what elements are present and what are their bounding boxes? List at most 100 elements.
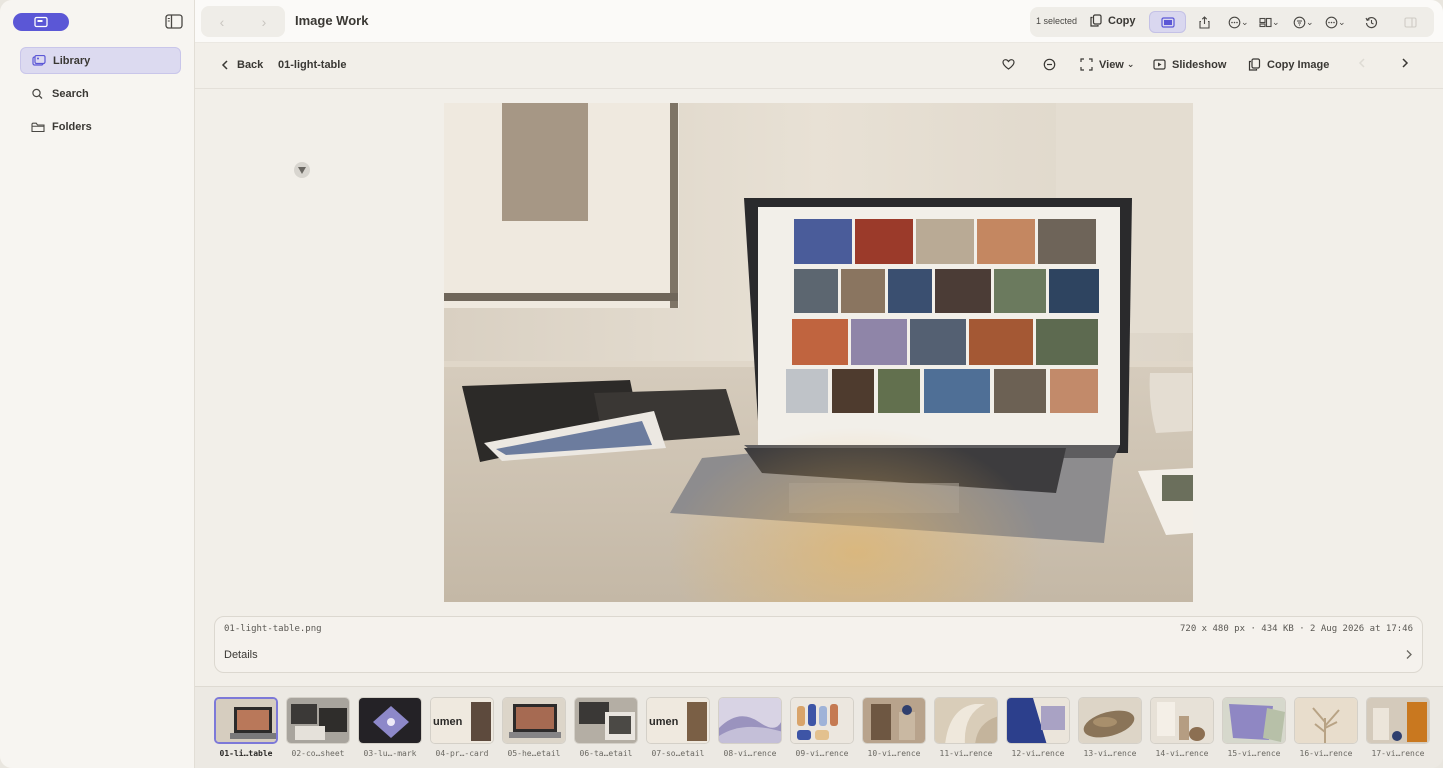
thumbnail-label: 07-so…etail — [651, 749, 705, 758]
thumbnail-label: 09-vi…rence — [795, 749, 849, 758]
sidebar-item-label: Search — [52, 87, 89, 100]
thumbnail-image — [575, 698, 637, 743]
sidebar-item-label: Folders — [52, 120, 92, 133]
favorite-button[interactable] — [1002, 58, 1021, 71]
sidebar-item-search[interactable]: Search — [20, 80, 181, 107]
slideshow-label: Slideshow — [1172, 58, 1227, 71]
filmstrip-thumbnail[interactable]: 05-he…etail — [502, 697, 566, 758]
inspector-toggle[interactable] — [1404, 15, 1417, 29]
copy-icon — [1090, 14, 1102, 27]
chevron-down-icon: ⌄ — [1338, 16, 1346, 27]
thumbnail-image — [359, 698, 421, 743]
slideshow-button[interactable]: Slideshow — [1153, 58, 1226, 71]
view-menu-button[interactable]: View ⌄ — [1080, 58, 1134, 71]
thumbnail-image — [503, 698, 565, 743]
more-actions-menu[interactable]: ⌄ — [1228, 15, 1249, 29]
sidebar: Library Search Folders — [0, 0, 195, 768]
filmstrip-thumbnail[interactable]: 10-vi…rence — [862, 697, 926, 758]
sidebar-item-library[interactable]: Library — [20, 47, 181, 74]
thumbnail-label: 08-vi…rence — [723, 749, 777, 758]
zoom-out-button[interactable] — [1043, 58, 1062, 71]
filmstrip-thumbnail[interactable]: 14-vi…rence — [1150, 697, 1214, 758]
previous-image-button[interactable] — [1358, 58, 1372, 68]
thumbnail-image — [791, 698, 853, 743]
thumbnail-image — [863, 698, 925, 743]
layout-icon — [1259, 17, 1272, 27]
search-icon — [32, 88, 43, 99]
filmstrip-thumbnail[interactable]: 12-vi…rence — [1006, 697, 1070, 758]
chevron-right-icon[interactable] — [1405, 649, 1413, 660]
thumbnail-label: 15-vi…rence — [1227, 749, 1281, 758]
thumbnail-label: 06-ta…etail — [579, 749, 633, 758]
viewer-mode-toggle[interactable] — [1149, 11, 1186, 33]
thumbnail-label: 11-vi…rence — [939, 749, 993, 758]
thumbnail-label: 10-vi…rence — [867, 749, 921, 758]
next-image-button[interactable] — [1401, 58, 1415, 68]
chevron-down-icon: ⌄ — [1241, 16, 1249, 27]
back-arrow-icon[interactable]: ‹ — [220, 14, 225, 30]
filmstrip-thumbnail[interactable]: 13-vi…rence — [1078, 697, 1142, 758]
copy-label: Copy — [1108, 14, 1136, 27]
filmstrip-thumbnail[interactable]: umen 07-so…etail — [646, 697, 710, 758]
copy-icon — [1248, 58, 1261, 71]
filmstrip-thumbnail[interactable]: 17-vi…rence — [1366, 697, 1430, 758]
chevron-down-icon: ⌄ — [1126, 59, 1135, 69]
file-metadata: 720 x 480 px · 434 KB · 2 Aug 2026 at 17… — [1180, 624, 1413, 634]
thumbnail-image — [287, 698, 349, 743]
sidebar-item-label: Library — [53, 54, 91, 67]
filmstrip-thumbnail[interactable]: 15-vi…rence — [1222, 697, 1286, 758]
app-switcher-button[interactable] — [13, 13, 69, 31]
thumbnail-label: 05-he…etail — [507, 749, 561, 758]
copy-image-button[interactable]: Copy Image — [1248, 58, 1329, 71]
toolbar-actions: 1 selected Copy ⌄ ⌄ ⌄ ⌄ — [1030, 7, 1434, 37]
share-icon — [1199, 15, 1210, 29]
layout-menu[interactable]: ⌄ — [1259, 15, 1280, 29]
copy-image-label: Copy Image — [1267, 58, 1330, 71]
view-label: View — [1099, 58, 1124, 71]
filmstrip-thumbnail[interactable]: 09-vi…rence — [790, 697, 854, 758]
chevron-left-icon — [221, 60, 228, 70]
sidebar-item-folders[interactable]: Folders — [20, 113, 181, 140]
filter-menu[interactable]: ⌄ — [1293, 15, 1314, 29]
filmstrip-thumbnail[interactable]: 06-ta…etail — [574, 697, 638, 758]
thumbnail-label: 02-co…sheet — [291, 749, 345, 758]
filmstrip-thumbnail[interactable]: 16-vi…rence — [1294, 697, 1358, 758]
thumbnail-image — [1151, 698, 1213, 743]
filmstrip-thumbnail[interactable]: 01-li…table — [214, 697, 278, 758]
slideshow-icon — [1153, 59, 1166, 70]
filmstrip-thumbnail[interactable]: 11-vi…rence — [934, 697, 998, 758]
filmstrip-thumbnail[interactable]: 08-vi…rence — [718, 697, 782, 758]
ellipsis-circle-icon — [1228, 16, 1241, 28]
filter-icon — [1293, 16, 1306, 28]
back-button[interactable]: Back — [221, 59, 263, 71]
details-toggle[interactable]: Details — [224, 649, 258, 661]
share-button[interactable] — [1198, 15, 1211, 29]
filmstrip-thumbnail[interactable]: 02-co…sheet — [286, 697, 350, 758]
photo-library-icon — [34, 16, 48, 28]
thumbnail-label: 01-li…table — [219, 749, 273, 758]
forward-arrow-icon[interactable]: › — [262, 14, 267, 30]
minus-circle-icon — [1043, 58, 1056, 71]
sidebar-nav: Library Search Folders — [20, 47, 181, 146]
svg-text:umen: umen — [649, 716, 679, 728]
history-icon — [1365, 16, 1378, 28]
options-menu[interactable]: ⌄ — [1325, 15, 1346, 29]
main-image-preview[interactable] — [444, 103, 1193, 602]
heart-icon — [1002, 59, 1015, 70]
history-button[interactable] — [1365, 15, 1378, 29]
thumbnail-image: umen — [647, 698, 709, 743]
laptop-photo-image — [444, 103, 1193, 602]
copy-button[interactable]: Copy — [1090, 14, 1136, 27]
single-view-icon — [1160, 16, 1175, 28]
ellipsis-circle-icon — [1325, 16, 1338, 28]
thumbnail-image — [1367, 698, 1429, 743]
chevron-left-icon — [1358, 58, 1365, 68]
chevron-down-icon: ⌄ — [1272, 16, 1280, 27]
mouse-cursor-icon — [294, 162, 310, 178]
filmstrip-thumbnail[interactable]: 03-lu…-mark — [358, 697, 422, 758]
filmstrip-thumbnail[interactable]: umen 04-pr…-card — [430, 697, 494, 758]
sidebar-toggle-icon[interactable] — [165, 14, 183, 29]
library-icon — [32, 54, 46, 66]
thumbnail-label: 14-vi…rence — [1155, 749, 1209, 758]
image-info-bar: 01-light-table.png 720 x 480 px · 434 KB… — [214, 616, 1423, 673]
